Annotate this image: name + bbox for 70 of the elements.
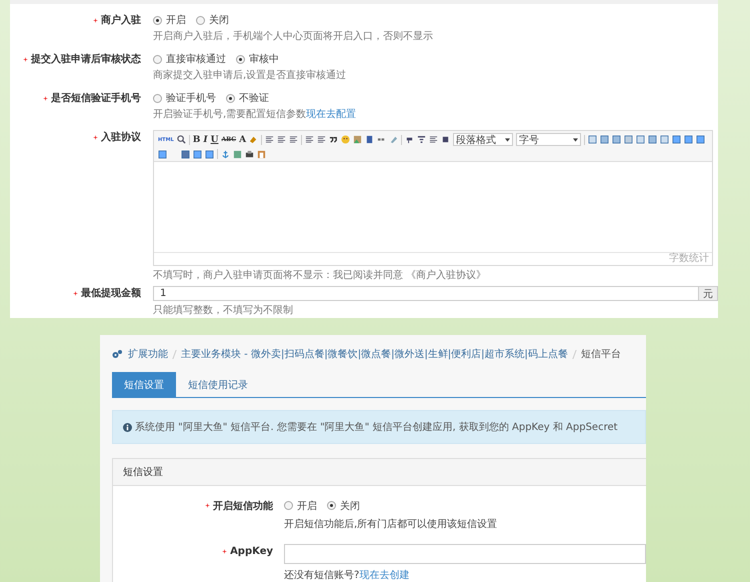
tab[interactable]: 短信使用记录 xyxy=(176,372,260,397)
radio-option[interactable]: 开启 xyxy=(284,498,317,512)
hint-link[interactable]: 现在去创建 xyxy=(359,568,410,582)
radio-button[interactable] xyxy=(226,94,235,102)
field-label: 商户入驻 xyxy=(101,13,141,27)
panel-title: 短信设置 xyxy=(123,466,163,479)
radio-option[interactable]: 关闭 xyxy=(327,498,360,512)
radio-button[interactable] xyxy=(196,16,205,24)
quote-icon[interactable] xyxy=(329,135,338,144)
align-left-icon[interactable] xyxy=(265,135,274,144)
info-icon xyxy=(123,422,132,432)
printer-icon[interactable] xyxy=(245,150,254,158)
radio-button[interactable] xyxy=(327,501,336,510)
file-icon[interactable] xyxy=(365,135,374,144)
line-spacing-icon[interactable] xyxy=(429,135,438,144)
hint-text: 商家提交入驻申请后,设置是否直接审核通过 xyxy=(153,68,346,82)
search-icon[interactable] xyxy=(176,135,186,144)
radio-option[interactable]: 不验证 xyxy=(226,91,269,105)
hint-text: 只能填写整数，不填写为不限制 xyxy=(153,304,293,317)
unordered-list-icon[interactable] xyxy=(317,135,326,144)
smiley-icon[interactable] xyxy=(341,135,350,144)
radio-option[interactable]: 开启 xyxy=(153,13,186,27)
unit-addon: 元 xyxy=(699,286,718,301)
tab[interactable]: 短信设置 xyxy=(112,372,176,397)
breadcrumb-link[interactable]: 扩展功能 xyxy=(128,347,168,361)
breadcrumb-link[interactable]: 主要业务模块 - 微外卖|扫码点餐|微餐饮|微点餐|微外送|生鲜|便利店|超市系统|码上点餐 xyxy=(181,347,568,361)
align-right-icon[interactable] xyxy=(289,135,298,144)
anchor-icon[interactable] xyxy=(221,150,230,158)
word-count: 字数统计 xyxy=(669,253,709,265)
radio-button[interactable] xyxy=(153,94,162,102)
input-value: 1 xyxy=(160,288,166,299)
radio-button[interactable] xyxy=(236,54,245,64)
input-field[interactable]: 1 xyxy=(153,286,699,301)
field-label: 开启短信功能 xyxy=(213,499,273,512)
hint-text: 开启验证手机号,需要配置短信参数 xyxy=(153,108,306,121)
caret-icon xyxy=(505,138,510,142)
field-label: 入驻协议 xyxy=(101,130,141,144)
caret-icon xyxy=(573,138,578,142)
hint-text: 开启短信功能后,所有门店都可以使用该短信设置 xyxy=(284,518,498,531)
radio-option[interactable]: 验证手机号 xyxy=(153,91,216,105)
toolbar-select[interactable]: 字号 xyxy=(516,133,582,146)
alert-text: 系统使用 "阿里大鱼" 短信平台. 您需要在 "阿里大鱼" 短信平台创建应用, 获取到您的 AppKey 和 AppSecret xyxy=(135,420,618,434)
hint-text: 还没有短信账号? xyxy=(284,568,360,582)
radio-option[interactable]: 关闭 xyxy=(196,13,229,27)
format-button[interactable]: B xyxy=(192,134,200,144)
field-label: 提交入驻申请后审核状态 xyxy=(31,52,141,66)
format-button[interactable]: I xyxy=(203,134,208,144)
radio-button[interactable] xyxy=(284,501,293,510)
hint-text: 开启商户入驻后，手机端个人中心页面将开启入口，否则不显示 xyxy=(153,30,433,43)
radio-button[interactable] xyxy=(153,54,162,64)
field-label: 最低提现金额 xyxy=(81,286,141,300)
gears-icon xyxy=(112,350,122,358)
highlight-icon[interactable] xyxy=(249,135,258,144)
eraser-icon[interactable] xyxy=(389,135,398,144)
format-button[interactable]: A xyxy=(239,134,246,144)
radio-option[interactable]: 直接审核通过 xyxy=(153,52,226,66)
hint-text: 不填写时，商户入驻申请页面将不显示：我已阅读并同意 《商户入驻协议》 xyxy=(153,268,486,282)
align-center-icon[interactable] xyxy=(277,135,286,144)
radio-button[interactable] xyxy=(153,16,162,24)
paragraph-icon[interactable] xyxy=(417,135,426,144)
input-field[interactable] xyxy=(284,544,646,564)
template-icon[interactable] xyxy=(257,150,266,158)
format-button[interactable]: U xyxy=(210,134,218,144)
field-label: AppKey xyxy=(230,546,273,557)
field-label: 是否短信验证手机号 xyxy=(51,92,141,105)
breadcrumb-current: 短信平台 xyxy=(580,348,621,361)
radio-option[interactable]: 审核中 xyxy=(236,52,279,66)
toolbar-select[interactable]: 段落格式 xyxy=(453,133,514,146)
ordered-list-icon[interactable] xyxy=(305,135,314,144)
hint-link[interactable]: 现在去配置 xyxy=(306,107,356,121)
